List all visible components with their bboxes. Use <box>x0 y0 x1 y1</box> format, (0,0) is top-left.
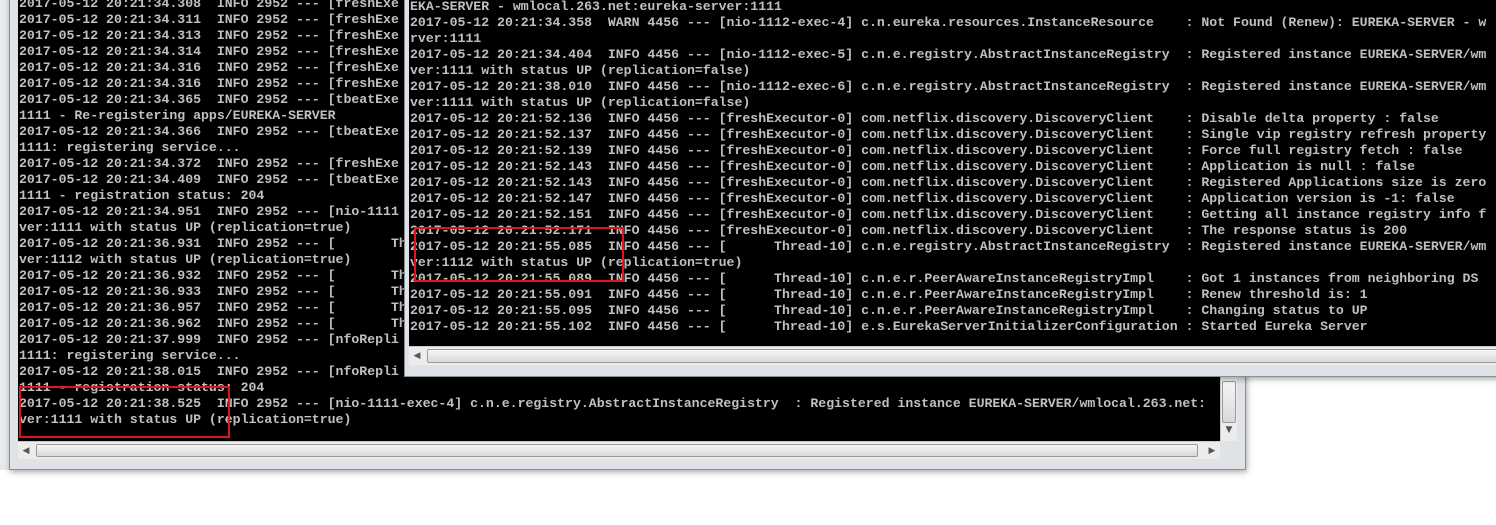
scrollbar-thumb[interactable] <box>1222 381 1236 423</box>
log-line: 2017-05-12 20:21:52.136 INFO 4456 --- [f… <box>410 111 1439 126</box>
log-line: 2017-05-12 20:21:34.409 INFO 2952 --- [t… <box>19 172 399 187</box>
log-line: 2017-05-12 20:21:52.143 INFO 4456 --- [f… <box>410 175 1487 190</box>
log-line: 2017-05-12 20:21:55.091 INFO 4456 --- [ … <box>410 287 1368 302</box>
log-line: 1111 - registration status: 204 <box>19 188 265 203</box>
log-line: 2017-05-12 20:21:34.951 INFO 2952 --- [n… <box>19 204 399 219</box>
log-line: rver:1111 <box>410 31 482 46</box>
log-line: 2017-05-12 20:21:38.010 INFO 4456 --- [n… <box>410 79 1487 94</box>
arrow-right-icon[interactable]: ▶ <box>1204 442 1220 459</box>
log-line: 2017-05-12 20:21:36.962 INFO 2952 --- [ … <box>19 316 407 331</box>
log-line: 2017-05-12 20:21:37.999 INFO 2952 --- [n… <box>19 332 399 347</box>
log-line: 2017-05-12 20:21:34.358 WARN 4456 --- [n… <box>410 15 1487 30</box>
log-line: 1111: registering service... <box>19 348 241 363</box>
log-line: 2017-05-12 20:21:34.316 INFO 2952 --- [f… <box>19 60 399 75</box>
log-line: 2017-05-12 20:21:36.932 INFO 2952 --- [ … <box>19 268 407 283</box>
log-line: 2017-05-12 20:21:34.313 INFO 2952 --- [f… <box>19 28 399 43</box>
log-line: ver:1111 with status UP (replication=tru… <box>19 220 352 235</box>
arrow-down-icon[interactable]: ▼ <box>1221 421 1237 439</box>
scrollbar-thumb[interactable] <box>427 349 1496 363</box>
log-line: 2017-05-12 20:21:55.102 INFO 4456 --- [ … <box>410 319 1368 334</box>
log-line: EKA-SERVER - wmlocal.263.net:eureka-serv… <box>410 0 782 14</box>
log-line: 2017-05-12 20:21:36.931 INFO 2952 --- [ … <box>19 236 407 251</box>
log-line: 2017-05-12 20:21:52.147 INFO 4456 --- [f… <box>410 191 1455 206</box>
log-line: 2017-05-12 20:21:34.308 INFO 2952 --- [f… <box>19 0 399 11</box>
log-line: 2017-05-12 20:21:52.139 INFO 4456 --- [f… <box>410 143 1463 158</box>
scrollbar-thumb[interactable] <box>36 444 1198 457</box>
log-line: 2017-05-12 20:21:36.933 INFO 2952 --- [ … <box>19 284 407 299</box>
log-line: ver:1111 with status UP (replication=fal… <box>410 95 751 110</box>
horizontal-scrollbar[interactable]: ◀ <box>409 346 1496 365</box>
log-line: 1111 - Re-registering apps/EUREKA-SERVER <box>19 108 336 123</box>
log-line: 2017-05-12 20:21:34.316 INFO 2952 --- [f… <box>19 76 399 91</box>
console-window-1112: EKA-SERVER - wmlocal.263.net:eureka-serv… <box>404 0 1496 377</box>
log-line: 2017-05-12 20:21:34.311 INFO 2952 --- [f… <box>19 12 399 27</box>
log-line: 2017-05-12 20:21:34.366 INFO 2952 --- [t… <box>19 124 399 139</box>
highlight-box-left <box>19 386 230 438</box>
log-line: 2017-05-12 20:21:52.137 INFO 4456 --- [f… <box>410 127 1487 142</box>
arrow-left-icon[interactable]: ◀ <box>18 442 34 459</box>
log-line: 2017-05-12 20:21:52.143 INFO 4456 --- [f… <box>410 159 1416 174</box>
log-line: 1111: registering service... <box>19 140 241 155</box>
highlight-box-right <box>414 227 624 282</box>
log-line: 2017-05-12 20:21:38.015 INFO 2952 --- [n… <box>19 364 399 379</box>
horizontal-scrollbar[interactable]: ◀ ▶ <box>18 441 1220 459</box>
log-line: 2017-05-12 20:21:55.095 INFO 4456 --- [ … <box>410 303 1368 318</box>
log-line: 2017-05-12 20:21:34.365 INFO 2952 --- [t… <box>19 92 399 107</box>
log-line: 2017-05-12 20:21:52.151 INFO 4456 --- [f… <box>410 207 1487 222</box>
arrow-left-icon[interactable]: ◀ <box>409 347 425 365</box>
log-line: ver:1111 with status UP (replication=fal… <box>410 63 751 78</box>
log-line: ver:1112 with status UP (replication=tru… <box>19 252 352 267</box>
log-line: 2017-05-12 20:21:34.404 INFO 4456 --- [n… <box>410 47 1487 62</box>
console-output: EKA-SERVER - wmlocal.263.net:eureka-serv… <box>409 0 1496 346</box>
log-line: 2017-05-12 20:21:36.957 INFO 2952 --- [ … <box>19 300 407 315</box>
log-line: 2017-05-12 20:21:34.372 INFO 2952 --- [f… <box>19 156 399 171</box>
log-line: 2017-05-12 20:21:34.314 INFO 2952 --- [f… <box>19 44 399 59</box>
